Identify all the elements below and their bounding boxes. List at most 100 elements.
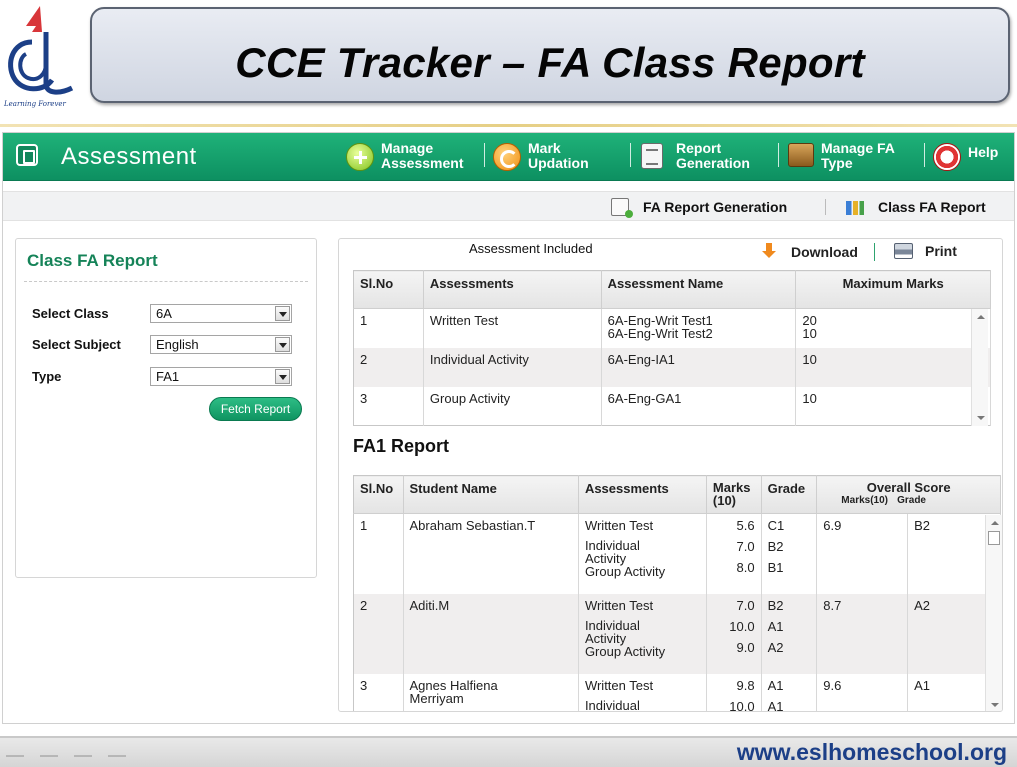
app-window: Assessment Manage Assessment Mark Updation… <box>2 132 1015 724</box>
nav-label-line1: Help <box>968 144 999 160</box>
table-row[interactable]: 2 Aditi.M Written Test Individual Activi… <box>353 593 1001 674</box>
select-value: FA1 <box>156 369 180 384</box>
mark-value: 9.8 <box>736 677 755 693</box>
mark-value: 7.0 <box>736 539 755 554</box>
nav-separator <box>484 143 485 167</box>
subnav-class-fa-report[interactable]: Class FA Report <box>846 198 986 215</box>
mark-value: 8.0 <box>736 560 755 575</box>
overall-header-label: Overall Score <box>866 480 951 495</box>
cell-assessment-name: 6A-Eng-Writ Test1 6A-Eng-Writ Test2 <box>601 308 797 348</box>
nav-label-line1: Report <box>676 140 722 156</box>
assessment-entry: Written Test <box>584 597 654 613</box>
menu-icon[interactable] <box>74 745 92 757</box>
slideshow-tools[interactable] <box>6 745 126 757</box>
assessments-scrollbar[interactable] <box>971 309 988 426</box>
subnav-fa-report-generation[interactable]: FA Report Generation <box>611 198 787 218</box>
grade-value: A1 <box>767 677 784 693</box>
nav-mark-updation[interactable]: Mark Updation <box>493 141 589 171</box>
grade-value: B1 <box>767 560 784 575</box>
cell-marks: 5.6 7.0 8.0 <box>706 513 762 594</box>
table-row[interactable]: 2 Individual Activity 6A-Eng-IA1 10 <box>353 347 991 387</box>
nav-label-line2: Updation <box>528 155 589 171</box>
max-mark: 10 <box>802 351 817 367</box>
nav-report-generation[interactable]: Report Generation <box>641 141 750 171</box>
assessment-entry: Group Activity <box>584 564 666 579</box>
cell-max-marks: 10 <box>795 386 991 426</box>
top-nav-bar: Assessment Manage Assessment Mark Updation… <box>3 133 1014 181</box>
back-arrow-icon[interactable] <box>6 745 24 757</box>
select-subject-dropdown[interactable]: English <box>150 335 292 354</box>
scroll-thumb[interactable] <box>988 531 1000 545</box>
cell-sl: 1 <box>353 308 424 348</box>
select-class-dropdown[interactable]: 6A <box>150 304 292 323</box>
cell-overall-marks: 9.6 <box>816 673 909 711</box>
nav-label-line1: Manage FA <box>821 140 895 156</box>
cell-assessments: Written Test Individual <box>578 673 707 712</box>
cell-assessments: Written Test Individual Activity Group A… <box>578 513 707 594</box>
column-header: Student Name <box>403 475 579 514</box>
overall-grade-header: Grade <box>897 495 926 506</box>
nav-help[interactable]: Help <box>933 141 998 171</box>
grade-value: B2 <box>767 597 784 613</box>
cell-assessments: Written Test Individual Activity Group A… <box>578 593 707 674</box>
table-row[interactable]: 1 Written Test 6A-Eng-Writ Test1 6A-Eng-W… <box>353 308 991 348</box>
slide-footer: www.eslhomeschool.org <box>0 736 1017 767</box>
chevron-down-icon[interactable] <box>275 306 290 321</box>
subnav-label: Class FA Report <box>878 198 986 215</box>
cell-marks: 9.8 10.0 <box>706 673 762 712</box>
marks-header-line2: (10) <box>712 493 737 508</box>
bar-chart-icon <box>846 201 864 215</box>
subnav-separator <box>825 199 826 215</box>
mark-value: 10.0 <box>729 698 755 712</box>
chevron-down-icon[interactable] <box>275 337 290 352</box>
forward-arrow-icon[interactable] <box>108 745 126 757</box>
fa-report-scrollbar[interactable] <box>985 515 1002 711</box>
fetch-report-button[interactable]: Fetch Report <box>209 397 302 421</box>
chevron-down-icon[interactable] <box>275 369 290 384</box>
select-class-label: Select Class <box>32 306 109 321</box>
cell-overall-marks: 6.9 <box>816 513 909 594</box>
column-header: Grade <box>761 475 818 514</box>
cell-grades: B2 A1 A2 <box>761 593 818 674</box>
type-label: Type <box>32 369 62 384</box>
max-mark: 20 <box>802 313 817 328</box>
refresh-icon <box>493 143 521 171</box>
pen-icon[interactable] <box>40 745 58 757</box>
table-row[interactable]: 3 Agnes Halfiena Merriyam Written Test In… <box>353 673 1001 712</box>
nav-manage-assessment[interactable]: Manage Assessment <box>346 141 464 171</box>
scroll-down-icon[interactable] <box>977 416 985 420</box>
download-button[interactable]: Download <box>761 243 858 261</box>
scroll-up-icon[interactable] <box>991 521 999 525</box>
table-row[interactable]: 1 Abraham Sebastian.T Written Test Indiv… <box>353 513 1001 594</box>
column-header: Assessment Name <box>601 270 797 309</box>
logo: Learning Forever <box>2 2 80 110</box>
type-dropdown[interactable]: FA1 <box>150 367 292 386</box>
assessment-name: 6A-Eng-GA1 <box>607 390 682 406</box>
grade-value: B2 <box>767 539 784 554</box>
scroll-down-icon[interactable] <box>991 703 999 707</box>
filter-heading: Class FA Report <box>27 251 158 270</box>
fa-report-title: FA1 Report <box>353 436 450 456</box>
scroll-up-icon[interactable] <box>977 315 985 319</box>
select-value: 6A <box>156 306 172 321</box>
column-header: Assessments <box>423 270 602 309</box>
assessment-app-icon <box>16 144 38 166</box>
cell-assessment: Individual Activity <box>423 347 602 387</box>
nav-manage-fa-type[interactable]: Manage FA Type <box>788 141 895 171</box>
print-button[interactable]: Print <box>894 243 957 259</box>
cell-sl: 3 <box>353 673 404 711</box>
assessment-name: 6A-Eng-IA1 <box>607 351 675 367</box>
cell-student-name: Agnes Halfiena Merriyam <box>403 673 579 711</box>
logo-mark-icon <box>8 6 74 95</box>
slide-title-box: CCE Tracker – FA Class Report <box>90 7 1010 103</box>
assessment-entry: Individual <box>584 697 640 712</box>
report-panel: Assessment Included Download Print Sl.No… <box>338 238 1003 712</box>
sub-toolbar: FA Report Generation Class FA Report <box>3 191 1014 221</box>
student-name-line: Agnes Halfiena <box>409 677 498 693</box>
divider <box>0 124 1017 127</box>
table-row[interactable]: 3 Group Activity 6A-Eng-GA1 10 <box>353 386 991 426</box>
download-label: Download <box>791 244 858 260</box>
printer-icon <box>894 243 913 259</box>
logo-tagline: Learning Forever <box>4 100 66 108</box>
cell-sl: 2 <box>353 593 404 674</box>
